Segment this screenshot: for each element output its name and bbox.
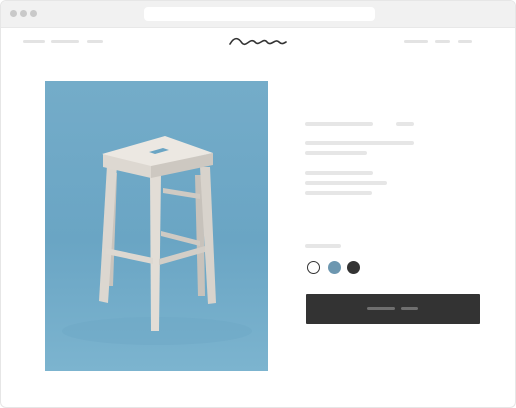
- nav-action-1[interactable]: [404, 40, 428, 43]
- product-detail-line-1: [305, 171, 373, 175]
- window-close-dot[interactable]: [10, 10, 17, 17]
- browser-window: [0, 0, 516, 408]
- nav-link-2[interactable]: [51, 40, 79, 43]
- window-maximize-dot[interactable]: [30, 10, 37, 17]
- color-swatch-blue[interactable]: [328, 261, 341, 274]
- product-description-line-2: [305, 151, 367, 155]
- product-title: [305, 122, 373, 126]
- color-label: [305, 244, 341, 248]
- stool-illustration: [62, 136, 252, 345]
- color-swatch-black[interactable]: [347, 261, 360, 274]
- add-to-cart-label: [367, 307, 395, 310]
- nav-link-3[interactable]: [87, 40, 103, 43]
- color-swatch-white[interactable]: [307, 261, 320, 274]
- add-to-cart-button[interactable]: [306, 294, 480, 324]
- brand-logo[interactable]: [229, 35, 287, 49]
- add-to-cart-sublabel: [401, 307, 418, 310]
- nav-action-3[interactable]: [458, 40, 472, 43]
- window-minimize-dot[interactable]: [20, 10, 27, 17]
- product-image[interactable]: [45, 81, 268, 371]
- product-price: [396, 122, 414, 126]
- address-bar[interactable]: [144, 7, 375, 21]
- nav-action-2[interactable]: [435, 40, 450, 43]
- browser-toolbar: [1, 1, 515, 28]
- product-detail-line-2: [305, 181, 387, 185]
- nav-link-1[interactable]: [23, 40, 45, 43]
- product-detail-line-3: [305, 191, 372, 195]
- product-description-line-1: [305, 141, 414, 145]
